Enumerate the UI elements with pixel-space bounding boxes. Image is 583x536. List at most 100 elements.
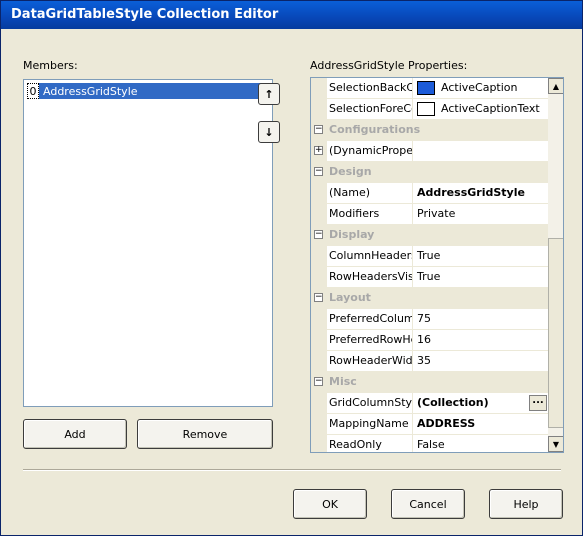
property-name: Modifiers (327, 204, 413, 225)
property-name: RowHeaderWidth (327, 351, 413, 372)
scroll-up-icon[interactable]: ▲ (548, 78, 563, 94)
cancel-button[interactable]: Cancel (391, 489, 465, 519)
property-name: ReadOnly (327, 435, 413, 452)
property-row[interactable]: ReadOnly False (311, 435, 548, 452)
property-value[interactable]: (Collection)... (414, 393, 548, 414)
category-row[interactable]: − Layout (311, 288, 548, 309)
list-item[interactable]: 0 AddressGridStyle (27, 83, 267, 99)
category-label: Display (329, 228, 375, 241)
property-row[interactable]: RowHeaderWidth 35 (311, 351, 548, 372)
property-name: MappingName (327, 414, 413, 435)
property-value-text: (Collection) (417, 396, 489, 409)
row-gutter (311, 183, 327, 204)
color-swatch (417, 102, 435, 116)
add-button[interactable]: Add (23, 419, 127, 449)
property-row[interactable]: SelectionForeColor ActiveCaptionText (311, 99, 548, 120)
property-name: SelectionBackColor (327, 78, 413, 99)
property-value[interactable]: 35 (414, 351, 548, 372)
property-row[interactable]: + (DynamicProperties) (311, 141, 548, 162)
move-up-button[interactable]: ↑ (258, 83, 280, 105)
property-row[interactable]: Modifiers Private (311, 204, 548, 225)
property-value-text: ActiveCaptionText (441, 102, 540, 115)
property-row[interactable]: (Name) AddressGridStyle (311, 183, 548, 204)
color-swatch (417, 81, 435, 95)
property-value[interactable]: 16 (414, 330, 548, 351)
property-value-text: ActiveCaption (441, 81, 518, 94)
property-value[interactable]: Private (414, 204, 548, 225)
collapse-icon[interactable]: − (314, 377, 323, 386)
category-row[interactable]: − Display (311, 225, 548, 246)
property-row[interactable]: RowHeadersVisible True (311, 267, 548, 288)
property-value[interactable]: AddressGridStyle (414, 183, 548, 204)
property-value[interactable]: 75 (414, 309, 548, 330)
collapse-icon[interactable]: − (314, 125, 323, 134)
category-label: Misc (329, 375, 357, 388)
expand-icon[interactable]: + (314, 146, 323, 155)
property-row[interactable]: PreferredRowHeight 16 (311, 330, 548, 351)
help-button[interactable]: Help (489, 489, 563, 519)
property-name: PreferredRowHeight (327, 330, 413, 351)
property-row[interactable]: GridColumnStyles(Collection)... (311, 393, 548, 414)
ok-button[interactable]: OK (293, 489, 367, 519)
property-value[interactable]: ActiveCaptionText (414, 99, 548, 120)
row-gutter (311, 435, 327, 452)
cancel-button-label: Cancel (409, 497, 447, 511)
row-gutter (311, 267, 327, 288)
members-list[interactable]: 0 AddressGridStyle (23, 79, 273, 407)
property-row[interactable]: MappingName ADDRESS (311, 414, 548, 435)
property-value-text: 75 (417, 312, 431, 325)
arrow-up-icon: ↑ (264, 87, 274, 101)
collapse-icon[interactable]: − (314, 293, 323, 302)
member-name: AddressGridStyle (43, 85, 138, 98)
member-index: 0 (27, 83, 39, 99)
add-button-label: Add (64, 427, 86, 441)
properties-label: AddressGridStyle Properties: (310, 59, 468, 72)
row-gutter (311, 246, 327, 267)
property-row[interactable]: SelectionBackColor ActiveCaption (311, 78, 548, 99)
members-label: Members: (23, 59, 78, 72)
property-value-text: AddressGridStyle (417, 186, 525, 199)
property-grid[interactable]: SelectionBackColorActiveCaptionSelection… (310, 77, 564, 453)
property-value-text: True (417, 270, 441, 283)
property-row[interactable]: PreferredColumnWidth 75 (311, 309, 548, 330)
move-down-button[interactable]: ↓ (258, 121, 280, 143)
property-name: SelectionForeColor (327, 99, 413, 120)
collapse-icon[interactable]: − (314, 230, 323, 239)
scroll-thumb[interactable] (548, 238, 563, 428)
property-value-text: Private (417, 207, 456, 220)
row-gutter (311, 78, 327, 99)
property-grid-scrollbar[interactable]: ▲ ▼ (548, 78, 563, 452)
category-row[interactable]: − Design (311, 162, 548, 183)
property-value[interactable]: ADDRESS (414, 414, 548, 435)
row-gutter (311, 393, 327, 414)
window-title: DataGridTableStyle Collection Editor (1, 1, 582, 29)
property-name: (Name) (327, 183, 413, 204)
row-gutter (311, 351, 327, 372)
category-label: Layout (329, 291, 371, 304)
row-gutter (311, 99, 327, 120)
property-value[interactable]: ActiveCaption (414, 78, 548, 99)
category-label: Design (329, 165, 372, 178)
help-button-label: Help (513, 497, 539, 511)
property-row[interactable]: ColumnHeadersVisible True (311, 246, 548, 267)
collapse-icon[interactable]: − (314, 167, 323, 176)
property-value[interactable] (414, 141, 548, 162)
remove-button-label: Remove (182, 427, 228, 441)
property-value[interactable]: True (414, 267, 548, 288)
property-value-text: True (417, 249, 441, 262)
footer-divider (23, 469, 561, 471)
property-name: ColumnHeadersVisible (327, 246, 413, 267)
ellipsis-button[interactable]: ... (529, 395, 547, 411)
property-name: (DynamicProperties) (327, 141, 413, 162)
scroll-down-icon[interactable]: ▼ (548, 436, 563, 452)
property-name: RowHeadersVisible (327, 267, 413, 288)
property-value[interactable]: False (414, 435, 548, 452)
property-value[interactable]: True (414, 246, 548, 267)
category-row[interactable]: − Misc (311, 372, 548, 393)
category-label: Configurations (329, 123, 421, 136)
row-gutter (311, 414, 327, 435)
remove-button[interactable]: Remove (137, 419, 273, 449)
property-value-text: 35 (417, 354, 431, 367)
category-row[interactable]: − Configurations (311, 120, 548, 141)
row-gutter: + (311, 141, 327, 162)
